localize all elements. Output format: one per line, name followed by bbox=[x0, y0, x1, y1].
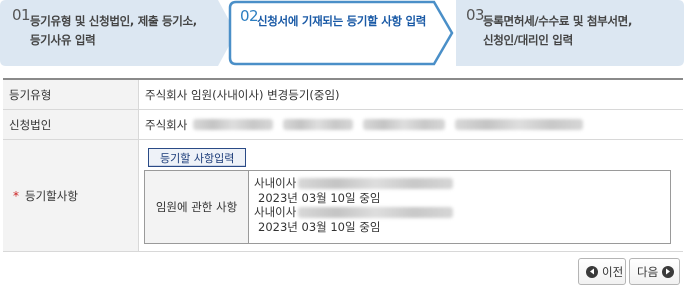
officer-title: 사내이사 bbox=[254, 176, 297, 190]
prev-button-label: 이전 bbox=[602, 264, 624, 279]
officer-info-list: 사내이사 2023년 03월 10일 중임 사내이사 2023년 03월 10일… bbox=[249, 171, 670, 243]
step-02-label: 신청서에 기재되는 등기할 사항 입력 bbox=[257, 14, 427, 28]
next-button[interactable]: 다음 bbox=[629, 258, 680, 285]
applicant-value: 주식회사 bbox=[139, 110, 683, 139]
registration-items-row: * 등기할사항 등기할 사항입력 임원에 관한 사항 사내이사 2023년 03… bbox=[3, 140, 683, 252]
officer-name-redacted bbox=[298, 206, 454, 218]
step-03: 03 등록면허세/수수료 및 첨부서면, 신청인/대리인 입력 bbox=[456, 0, 686, 66]
registration-type-row: 등기유형 주식회사 임원(사내이사) 변경등기(중임) bbox=[3, 80, 683, 110]
applicant-name-redacted bbox=[193, 119, 274, 130]
step-01-label-line2: 등기사유 입력 bbox=[30, 33, 96, 47]
registration-items-cell: 등기할 사항입력 임원에 관한 사항 사내이사 2023년 03월 10일 중임… bbox=[139, 140, 683, 251]
officer-info-table: 임원에 관한 사항 사내이사 2023년 03월 10일 중임 사내이사 202 bbox=[144, 170, 671, 244]
step-02-number: 02 bbox=[240, 7, 259, 25]
step-03-number: 03 bbox=[466, 6, 485, 24]
officer-entry: 사내이사 bbox=[254, 205, 670, 220]
step-01: 01 등기유형 및 신청법인, 제출 등기소, 등기사유 입력 bbox=[0, 0, 238, 66]
required-mark: * bbox=[13, 188, 19, 203]
registration-form-table: 등기유형 주식회사 임원(사내이사) 변경등기(중임) 신청법인 주식회사 * … bbox=[3, 78, 683, 252]
officer-date: 2023년 03월 10일 중임 bbox=[254, 220, 670, 235]
registration-items-label-text: 등기할사항 bbox=[25, 188, 78, 203]
applicant-label: 신청법인 bbox=[3, 110, 139, 139]
step-indicator: 01 등기유형 및 신청법인, 제출 등기소, 등기사유 입력 02 신청서에 … bbox=[0, 0, 686, 70]
registration-items-label: * 등기할사항 bbox=[3, 140, 139, 251]
applicant-name-redacted bbox=[283, 119, 354, 130]
officer-name-redacted bbox=[298, 177, 454, 189]
step-01-label-line1: 등기유형 및 신청법인, 제출 등기소, bbox=[30, 14, 197, 28]
chevron-left-icon bbox=[586, 265, 598, 278]
officer-date: 2023년 03월 10일 중임 bbox=[254, 191, 670, 206]
step-01-number: 01 bbox=[12, 6, 31, 24]
applicant-name-redacted bbox=[455, 119, 584, 130]
enter-registration-items-button[interactable]: 등기할 사항입력 bbox=[148, 148, 247, 167]
step-03-label-line1: 등록면허세/수수료 및 첨부서면, bbox=[483, 14, 633, 28]
officer-date-text: 2023년 03월 10일 중임 bbox=[258, 190, 381, 205]
step-03-label-line2: 신청인/대리인 입력 bbox=[483, 33, 573, 47]
prev-button[interactable]: 이전 bbox=[578, 258, 626, 285]
step-02-shape bbox=[228, 0, 454, 66]
officer-info-header: 임원에 관한 사항 bbox=[145, 171, 249, 243]
step-02: 02 신청서에 기재되는 등기할 사항 입력 bbox=[228, 0, 460, 66]
applicant-prefix: 주식회사 bbox=[145, 117, 188, 132]
officer-date-text: 2023년 03월 10일 중임 bbox=[258, 219, 381, 234]
officer-title: 사내이사 bbox=[254, 205, 297, 219]
registration-type-value: 주식회사 임원(사내이사) 변경등기(중임) bbox=[145, 87, 340, 102]
applicant-row: 신청법인 주식회사 bbox=[3, 110, 683, 140]
registration-type-label: 등기유형 bbox=[3, 80, 139, 109]
next-button-label: 다음 bbox=[637, 264, 659, 279]
officer-entry: 사내이사 bbox=[254, 176, 670, 191]
chevron-right-icon bbox=[662, 265, 675, 278]
applicant-name-redacted bbox=[363, 119, 446, 130]
